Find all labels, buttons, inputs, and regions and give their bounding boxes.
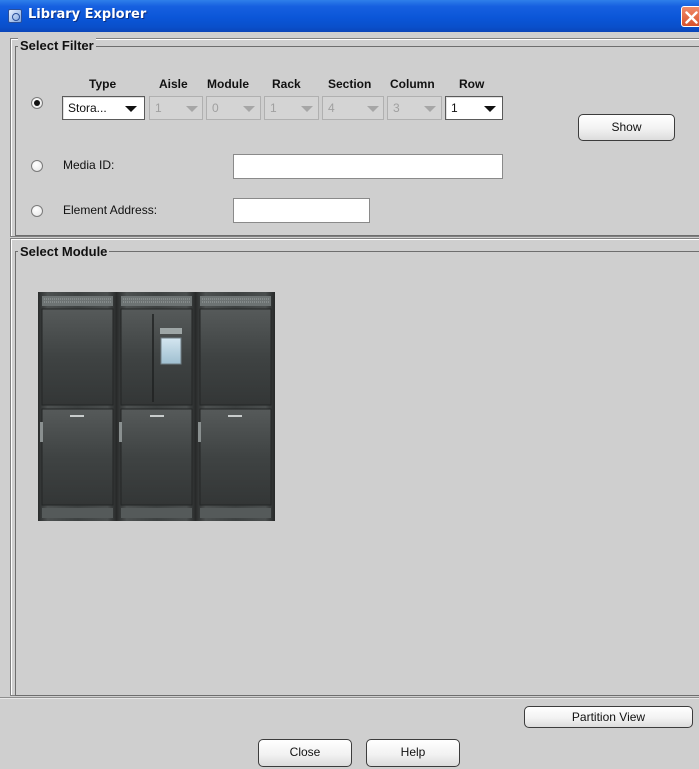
chevron-down-icon — [243, 106, 255, 112]
element-address-label: Element Address: — [63, 203, 158, 217]
show-button[interactable]: Show — [578, 114, 675, 141]
header-section: Section — [328, 77, 372, 91]
media-id-input[interactable] — [233, 154, 503, 179]
close-button-label: Close — [289, 745, 321, 759]
media-id-label: Media ID: — [63, 158, 115, 172]
header-row: Row — [459, 77, 485, 91]
rack-select: 1 — [264, 96, 319, 120]
type-select[interactable]: Stora... — [62, 96, 145, 120]
header-column: Column — [390, 77, 435, 91]
library-module-center[interactable] — [117, 292, 196, 521]
partition-view-button[interactable]: Partition View — [524, 706, 693, 728]
help-button[interactable]: Help — [366, 739, 460, 767]
library-app-icon — [8, 9, 22, 23]
header-aisle: Aisle — [159, 77, 188, 91]
close-icon — [685, 11, 698, 24]
select-module-legend: Select Module — [18, 244, 110, 259]
show-button-label: Show — [611, 120, 642, 134]
library-module-right[interactable] — [196, 292, 275, 521]
library-modules-image[interactable] — [38, 292, 275, 521]
element-address-input[interactable] — [233, 198, 370, 223]
module-select-value: 0 — [212, 101, 219, 115]
chevron-down-icon — [424, 106, 436, 112]
section-select-value: 4 — [328, 101, 335, 115]
library-explorer-window: Library Explorer Select Filter Type Aisl… — [0, 0, 699, 769]
chevron-down-icon — [484, 106, 496, 112]
footer-separator — [0, 697, 699, 699]
header-module: Module — [207, 77, 249, 91]
row-select-value: 1 — [451, 101, 458, 115]
select-filter-legend: Select Filter — [18, 38, 96, 53]
element-address-radio[interactable] — [31, 205, 43, 217]
title-bar[interactable]: Library Explorer — [0, 0, 699, 32]
media-id-radio[interactable] — [31, 160, 43, 172]
chevron-down-icon — [186, 106, 198, 112]
help-button-label: Help — [400, 745, 426, 759]
header-type: Type — [89, 77, 117, 91]
partition-view-button-label: Partition View — [571, 710, 646, 724]
column-select: 3 — [387, 96, 442, 120]
header-rack: Rack — [272, 77, 301, 91]
chevron-down-icon — [125, 106, 137, 112]
window-title: Library Explorer — [28, 7, 147, 22]
column-select-value: 3 — [393, 101, 400, 115]
close-button[interactable]: Close — [258, 739, 352, 767]
aisle-select: 1 — [149, 96, 203, 120]
rack-select-value: 1 — [270, 101, 277, 115]
window-close-button[interactable] — [681, 6, 699, 27]
section-select: 4 — [322, 96, 384, 120]
location-filter-radio[interactable] — [31, 97, 43, 109]
library-module-left[interactable] — [38, 292, 117, 521]
chevron-down-icon — [301, 106, 313, 112]
aisle-select-value: 1 — [155, 101, 162, 115]
chevron-down-icon — [367, 106, 379, 112]
type-select-value: Stora... — [68, 101, 107, 115]
row-select[interactable]: 1 — [445, 96, 503, 120]
module-select: 0 — [206, 96, 261, 120]
